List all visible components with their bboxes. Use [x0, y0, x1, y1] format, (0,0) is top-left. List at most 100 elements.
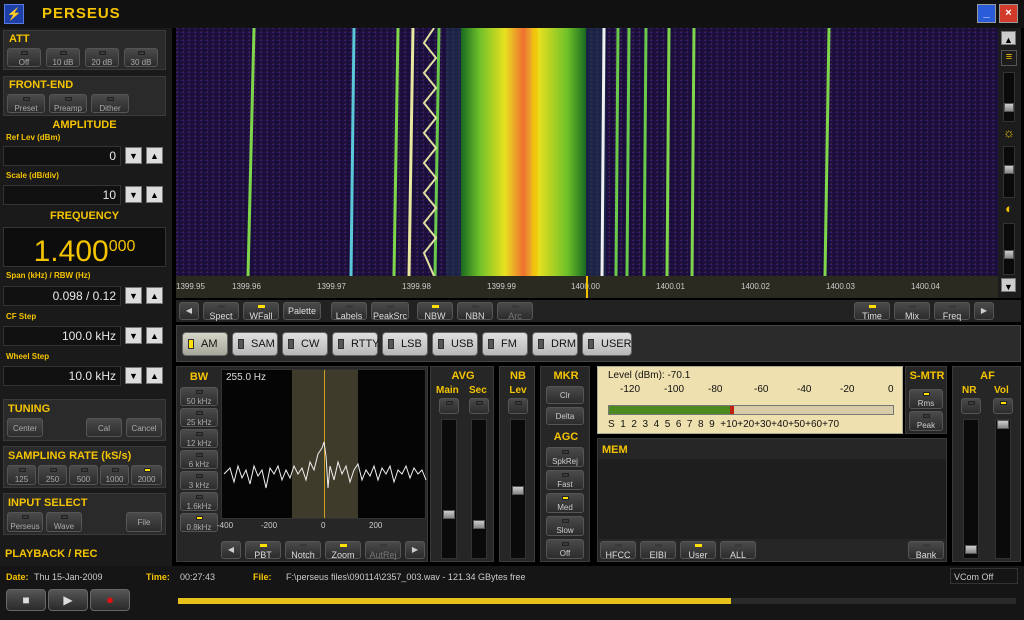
input-file-button[interactable]: File [126, 512, 162, 532]
mem-bank-button[interactable]: Bank [908, 541, 944, 560]
vol-toggle[interactable] [993, 398, 1013, 414]
peaksrc-button[interactable]: PeakSrc [371, 302, 409, 321]
mem-eibi-button[interactable]: EIBI [640, 541, 676, 560]
cf-step-field[interactable]: 100.0 kHz [3, 326, 121, 346]
slider-knob[interactable] [1004, 165, 1014, 174]
tuning-cal-button[interactable]: Cal [86, 418, 122, 437]
mode-lsb-button[interactable]: LSB [382, 332, 428, 356]
wheel-step-field[interactable]: 10.0 kHz [3, 366, 121, 386]
mix-button[interactable]: Mix [894, 302, 930, 321]
preset-button[interactable]: Preset [7, 94, 45, 113]
avg-main-toggle[interactable] [439, 398, 459, 414]
pbt-button[interactable]: PBT [245, 541, 281, 560]
spect-button[interactable]: Spect [203, 302, 239, 321]
input-perseus-button[interactable]: Perseus [7, 512, 43, 532]
scale-down-button[interactable]: ▼ [125, 186, 142, 203]
freq-button[interactable]: Freq [934, 302, 970, 321]
dither-button[interactable]: Dither [91, 94, 129, 113]
slider-knob[interactable] [1004, 103, 1014, 112]
nbw-button[interactable]: NBW [417, 302, 453, 321]
app-logo-icon[interactable]: ⚡ [4, 4, 24, 24]
mem-user-button[interactable]: User [680, 541, 716, 560]
mode-rtty-button[interactable]: RTTY [332, 332, 380, 356]
frequency-display[interactable]: 1.400000 [3, 227, 166, 268]
wfall-button[interactable]: WFall [243, 302, 279, 321]
att-off-button[interactable]: Off [7, 48, 41, 67]
mode-usb-button[interactable]: USB [432, 332, 478, 356]
input-wave-button[interactable]: Wave [46, 512, 82, 532]
wf-scroll-down-button[interactable]: ▼ [1001, 278, 1016, 292]
nb-toggle[interactable] [508, 398, 528, 414]
peak-button[interactable]: Peak [909, 411, 943, 431]
minimize-button[interactable]: _ [977, 4, 996, 23]
tuning-marker[interactable] [586, 276, 588, 298]
avg-main-slider[interactable] [441, 419, 457, 559]
bw-3k-button[interactable]: 3 kHz [180, 471, 218, 490]
wf-scroll-up-button[interactable]: ▲ [1001, 31, 1016, 45]
sampling-2000-button[interactable]: 2000 [131, 465, 162, 485]
notch-button[interactable]: Notch [285, 541, 321, 560]
playback-progress[interactable] [178, 598, 1016, 604]
scale-field[interactable]: 10 [3, 185, 121, 205]
record-button[interactable]: ● [90, 589, 130, 611]
slider-knob[interactable] [443, 510, 455, 519]
rms-button[interactable]: Rms [909, 389, 943, 409]
labels-button[interactable]: Labels [331, 302, 367, 321]
wf-contrast-slider[interactable] [1003, 223, 1015, 275]
slider-knob[interactable] [997, 420, 1009, 429]
avg-sec-slider[interactable] [471, 419, 487, 559]
bw-50k-button[interactable]: 50 kHz [180, 387, 218, 406]
ref-level-field[interactable]: 0 [3, 146, 121, 166]
att-30db-button[interactable]: 30 dB [124, 48, 158, 67]
wf-brightness-slider[interactable] [1003, 146, 1015, 198]
bw-12k-button[interactable]: 12 kHz [180, 429, 218, 448]
att-20db-button[interactable]: 20 dB [85, 48, 119, 67]
bw-right-button[interactable]: ▶ [405, 541, 425, 559]
nb-level-slider[interactable] [510, 419, 526, 559]
bw-25k-button[interactable]: 25 kHz [180, 408, 218, 427]
nbn-button[interactable]: NBN [457, 302, 493, 321]
ref-level-down-button[interactable]: ▼ [125, 147, 142, 164]
tuning-center-button[interactable]: Center [7, 418, 43, 437]
slider-knob[interactable] [965, 545, 977, 554]
span-up-button[interactable]: ▲ [146, 287, 163, 304]
close-button[interactable]: × [999, 4, 1018, 23]
bw-6k-button[interactable]: 6 kHz [180, 450, 218, 469]
span-down-button[interactable]: ▼ [125, 287, 142, 304]
scale-up-button[interactable]: ▲ [146, 186, 163, 203]
preamp-button[interactable]: Preamp [49, 94, 87, 113]
wheel-step-down-button[interactable]: ▼ [125, 367, 142, 384]
bw-1-6k-button[interactable]: 1.6kHz [180, 492, 218, 511]
bw-left-button[interactable]: ◀ [221, 541, 241, 559]
waterfall-display[interactable]: ▲ ≡ ☼ ◐ ▼ 1399.95 1399.96 1399.97 1399.9… [176, 28, 1021, 298]
sampling-500-button[interactable]: 500 [69, 465, 98, 485]
att-10db-button[interactable]: 10 dB [46, 48, 80, 67]
scroll-left-button[interactable]: ◀ [179, 302, 199, 320]
sampling-250-button[interactable]: 250 [38, 465, 67, 485]
scroll-right-button[interactable]: ▶ [974, 302, 994, 320]
zoom-button[interactable]: Zoom [325, 541, 361, 560]
cf-step-down-button[interactable]: ▼ [125, 327, 142, 344]
sampling-1000-button[interactable]: 1000 [100, 465, 129, 485]
agc-slow-button[interactable]: Slow [546, 516, 584, 536]
autrej-button[interactable]: AutRej [365, 541, 401, 560]
play-button[interactable]: ▶ [48, 589, 88, 611]
mkr-delta-button[interactable]: Delta [546, 407, 584, 425]
mode-user-button[interactable]: USER [582, 332, 632, 356]
sampling-125-button[interactable]: 125 [7, 465, 36, 485]
mem-all-button[interactable]: ALL [720, 541, 756, 560]
mode-fm-button[interactable]: FM [482, 332, 528, 356]
bw-0-8k-button[interactable]: 0.8kHz [180, 513, 218, 532]
palette-button[interactable]: Palette [283, 302, 321, 320]
time-button[interactable]: Time [854, 302, 890, 321]
mode-drm-button[interactable]: DRM [532, 332, 578, 356]
agc-off-button[interactable]: Off [546, 539, 584, 559]
avg-sec-toggle[interactable] [469, 398, 489, 414]
agc-spkrej-button[interactable]: SpkRej [546, 447, 584, 467]
slider-knob[interactable] [512, 486, 524, 495]
nr-toggle[interactable] [961, 398, 981, 414]
wheel-step-up-button[interactable]: ▲ [146, 367, 163, 384]
mkr-clr-button[interactable]: Clr [546, 386, 584, 404]
span-field[interactable]: 0.098 / 0.12 [3, 286, 121, 306]
arc-button[interactable]: Arc [497, 302, 533, 321]
